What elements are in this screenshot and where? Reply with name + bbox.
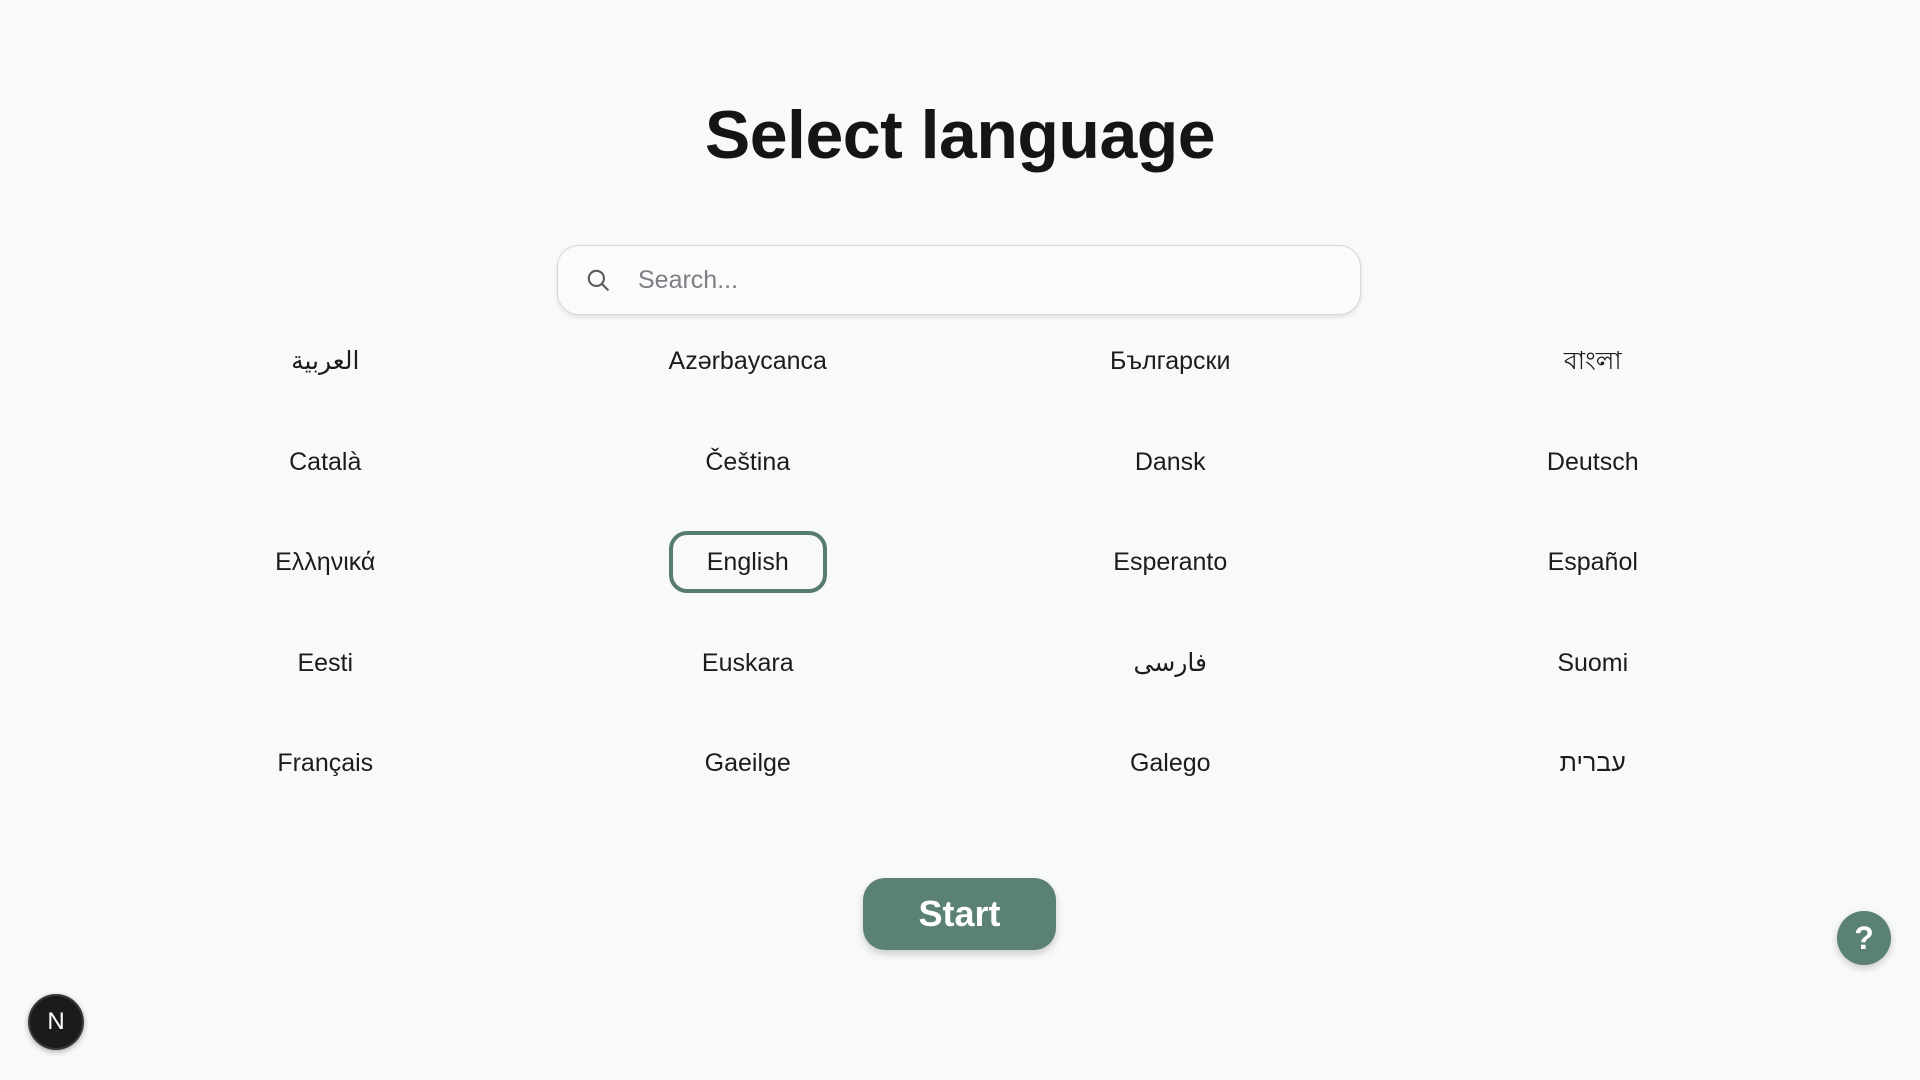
language-cell: Eesti <box>114 622 537 723</box>
language-cell: Čeština <box>537 421 960 522</box>
language-cell: Dansk <box>959 421 1382 522</box>
language-option[interactable]: English <box>668 531 827 593</box>
language-cell: Euskara <box>537 622 960 723</box>
language-option[interactable]: Esperanto <box>1075 531 1265 593</box>
language-cell: עברית <box>1382 722 1805 823</box>
language-cell: Deutsch <box>1382 421 1805 522</box>
help-icon: ? <box>1854 919 1874 956</box>
language-option[interactable]: Български <box>1072 330 1268 392</box>
language-option[interactable]: Ελληνικά <box>237 531 413 593</box>
language-grid: العربية Azərbaycanca Български বাংলা Català Č… <box>114 320 1804 823</box>
app-badge[interactable]: N <box>28 994 84 1050</box>
language-cell: Español <box>1382 521 1805 622</box>
language-option[interactable]: Français <box>239 732 411 794</box>
language-cell: Suomi <box>1382 622 1805 723</box>
language-cell: Galego <box>959 722 1382 823</box>
language-option[interactable]: Azərbaycanca <box>631 330 865 392</box>
language-option[interactable]: Galego <box>1092 732 1249 794</box>
language-cell: Azərbaycanca <box>537 320 960 421</box>
language-cell: Català <box>114 421 537 522</box>
language-option[interactable]: Eesti <box>259 632 391 694</box>
page-title: Select language <box>704 97 1216 173</box>
language-cell: বাংলা <box>1382 320 1805 421</box>
language-option[interactable]: Español <box>1510 531 1676 593</box>
language-option[interactable]: বাংলা <box>1526 330 1660 392</box>
language-option[interactable]: فارسی <box>1096 632 1245 694</box>
language-option[interactable]: Suomi <box>1519 632 1666 694</box>
language-option[interactable]: Català <box>251 431 399 493</box>
language-option[interactable]: Euskara <box>664 632 832 694</box>
language-selection-page: Select language العربية Azərbaycanca Бълга… <box>0 0 1920 1080</box>
badge-letter: N <box>47 1008 65 1035</box>
language-option[interactable]: Deutsch <box>1509 431 1677 493</box>
language-option[interactable]: עברית <box>1522 732 1664 794</box>
search-bar[interactable] <box>557 245 1361 315</box>
language-cell: English <box>537 521 960 622</box>
language-cell: Български <box>959 320 1382 421</box>
start-button[interactable]: Start <box>863 878 1056 950</box>
help-button[interactable]: ? <box>1837 911 1891 965</box>
language-cell: Français <box>114 722 537 823</box>
language-cell: Esperanto <box>959 521 1382 622</box>
language-cell: Gaeilge <box>537 722 960 823</box>
language-option[interactable]: العربية <box>253 330 397 392</box>
language-option[interactable]: Gaeilge <box>667 732 829 794</box>
search-icon <box>558 245 638 315</box>
language-option[interactable]: Dansk <box>1097 431 1244 493</box>
language-cell: العربية <box>114 320 537 421</box>
language-option[interactable]: Čeština <box>667 431 828 493</box>
language-cell: Ελληνικά <box>114 521 537 622</box>
search-input[interactable] <box>638 250 1338 310</box>
language-cell: فارسی <box>959 622 1382 723</box>
